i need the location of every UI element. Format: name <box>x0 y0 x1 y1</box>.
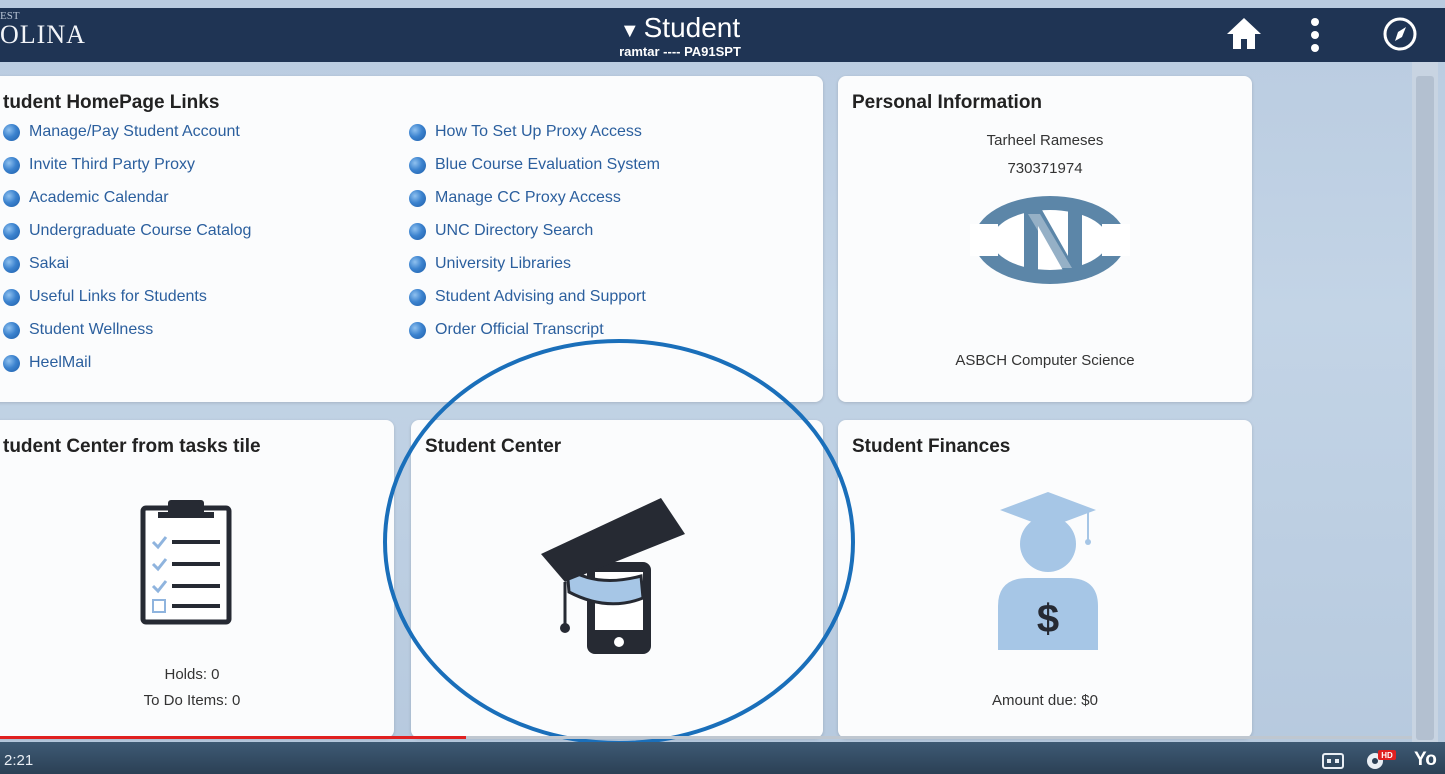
student-center-title: Student Center <box>425 436 562 457</box>
homepage-link-label: Student Wellness <box>29 321 154 338</box>
link-bullet-icon <box>3 223 20 240</box>
link-bullet-icon <box>409 256 426 273</box>
homepage-title: Student <box>643 12 741 43</box>
page-scrollbar[interactable] <box>1412 62 1438 742</box>
homepage-link[interactable]: Useful Links for Students <box>3 287 251 320</box>
homepage-link[interactable]: Sakai <box>3 254 251 287</box>
link-bullet-icon <box>3 256 20 273</box>
link-bullet-icon <box>409 322 426 339</box>
homepage-link-label: Order Official Transcript <box>435 321 604 338</box>
video-progress-fill <box>0 736 466 739</box>
svg-text:$: $ <box>1037 597 1059 641</box>
homepage-link-label: Invite Third Party Proxy <box>29 156 195 173</box>
homepage-link-label: Manage CC Proxy Access <box>435 189 621 206</box>
homepage-link[interactable]: Order Official Transcript <box>409 320 660 353</box>
graduation-tablet-icon <box>541 498 685 654</box>
homepage-link[interactable]: HeelMail <box>3 353 251 386</box>
link-bullet-icon <box>409 223 426 240</box>
homepage-link-label: Sakai <box>29 255 70 272</box>
holds-count: Holds: 0 <box>164 666 220 683</box>
link-bullet-icon <box>3 124 20 141</box>
homepage-link[interactable]: Blue Course Evaluation System <box>409 155 660 188</box>
student-dollar-icon: $ <box>998 492 1098 650</box>
home-icon[interactable] <box>1224 14 1264 54</box>
homepage-link[interactable]: University Libraries <box>409 254 660 287</box>
homepage-links-title: tudent HomePage Links <box>3 92 220 113</box>
homepage-link[interactable]: UNC Directory Search <box>409 221 660 254</box>
navbar-compass-icon[interactable] <box>1380 14 1420 54</box>
student-finances-tile[interactable]: Student Finances $ Amount due: $0 <box>838 420 1252 738</box>
homepage-link[interactable]: Academic Calendar <box>3 188 251 221</box>
homepage-link-label: Undergraduate Course Catalog <box>29 222 252 239</box>
tasks-tile-title: tudent Center from tasks tile <box>3 436 261 457</box>
homepage-link-label: Useful Links for Students <box>29 288 207 305</box>
link-bullet-icon <box>3 190 20 207</box>
homepage-link-label: Academic Calendar <box>29 189 169 206</box>
caret-down-icon: ▼ <box>619 20 640 42</box>
homepage-link[interactable]: Undergraduate Course Catalog <box>3 221 251 254</box>
video-timecode: 2:21 <box>4 752 34 769</box>
homepage-link-label: University Libraries <box>435 255 572 272</box>
actions-menu-icon[interactable] <box>1305 14 1325 58</box>
homepage-link-label: Student Advising and Support <box>435 288 646 305</box>
homepage-link[interactable]: How To Set Up Proxy Access <box>409 122 660 155</box>
clipboard-checklist-icon <box>140 500 232 625</box>
user-database-label: ramtar ---- PA91SPT <box>619 44 741 59</box>
left-link-list: Manage/Pay Student Account Invite Third P… <box>3 122 251 386</box>
right-link-list: How To Set Up Proxy Access Blue Course Ev… <box>409 122 660 353</box>
student-finances-title: Student Finances <box>852 436 1011 457</box>
hd-badge: HD <box>1381 751 1393 760</box>
link-bullet-icon <box>409 190 426 207</box>
link-bullet-icon <box>409 289 426 306</box>
logo-text: OLINA <box>0 20 86 49</box>
link-bullet-icon <box>3 289 20 306</box>
homepage-link-label: Manage/Pay Student Account <box>29 123 240 140</box>
todo-count: To Do Items: 0 <box>143 692 241 709</box>
screen: EST OLINA ▼ Student ramtar ---- PA91SPT t… <box>0 0 1445 774</box>
link-bullet-icon <box>409 124 426 141</box>
homepage-link[interactable]: Invite Third Party Proxy <box>3 155 251 188</box>
link-bullet-icon <box>3 355 20 372</box>
homepage-link-label: Blue Course Evaluation System <box>435 156 660 173</box>
unc-logo-icon <box>970 196 1130 284</box>
student-name: Tarheel Rameses <box>986 132 1104 149</box>
closed-captions-icon[interactable] <box>1322 753 1344 769</box>
video-player-bar <box>0 742 1445 774</box>
link-bullet-icon <box>409 157 426 174</box>
student-program: ASBCH Computer Science <box>955 352 1135 369</box>
homepage-link-label: UNC Directory Search <box>435 222 594 239</box>
amount-due: Amount due: $0 <box>992 692 1098 709</box>
homepage-link[interactable]: Student Advising and Support <box>409 287 660 320</box>
homepage-link[interactable]: Manage/Pay Student Account <box>3 122 251 155</box>
student-center-tile[interactable]: Student Center <box>411 420 823 738</box>
scrollbar-thumb[interactable] <box>1416 76 1434 740</box>
personal-information-title: Personal Information <box>852 92 1043 113</box>
settings-gear-icon[interactable]: HD <box>1364 749 1398 771</box>
homepage-link-label: HeelMail <box>29 354 92 371</box>
homepage-selector[interactable]: ▼ Student <box>580 12 780 44</box>
header-bar: EST OLINA ▼ Student ramtar ---- PA91SPT <box>0 8 1445 62</box>
homepage-link[interactable]: Student Wellness <box>3 320 251 353</box>
homepage-link[interactable]: Manage CC Proxy Access <box>409 188 660 221</box>
link-bullet-icon <box>3 322 20 339</box>
homepage-link-label: How To Set Up Proxy Access <box>435 123 642 140</box>
link-bullet-icon <box>3 157 20 174</box>
homepage-links-tile: tudent HomePage Links Manage/Pay Student… <box>0 76 823 402</box>
student-id: 730371974 <box>1007 160 1083 177</box>
tasks-tile[interactable]: tudent Center from tasks tile Holds: 0 T… <box>0 420 394 738</box>
personal-information-tile[interactable]: Personal Information Tarheel Rameses 730… <box>838 76 1252 402</box>
youtube-logo[interactable]: Yo <box>1414 749 1437 771</box>
